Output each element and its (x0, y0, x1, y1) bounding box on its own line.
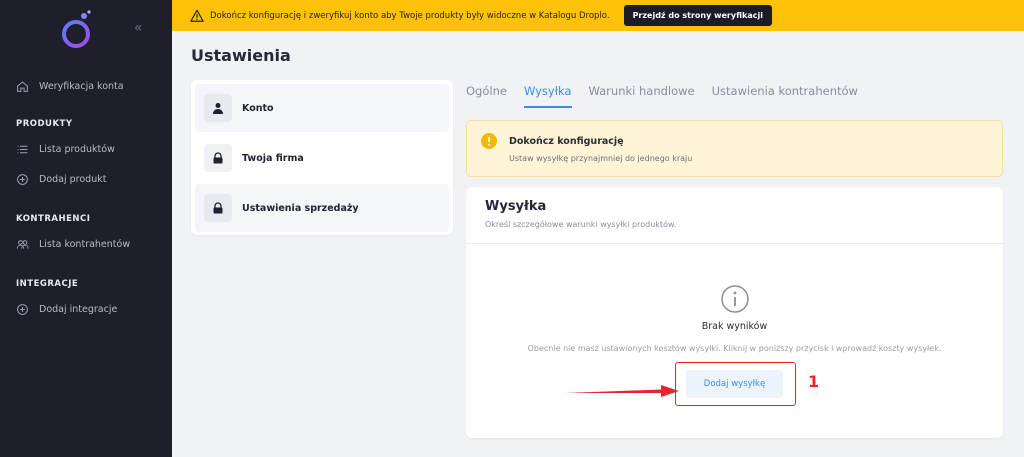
list-icon (17, 145, 28, 154)
user-icon (213, 103, 223, 114)
menu-label: Ustawienia sprzedaży (242, 202, 359, 214)
tab-warunki-handlowe[interactable]: Warunki handlowe (589, 84, 695, 108)
lock-icon (213, 152, 223, 164)
settings-menu-item-ustawienia-sprzedazy[interactable]: Ustawienia sprzedaży (195, 184, 449, 232)
annotation-arrow-icon (565, 385, 679, 397)
card-title: Wysyłka (485, 199, 547, 214)
highlight-frame: Dodaj wysyłkę (675, 362, 796, 406)
settings-menu-item-twoja-firma[interactable]: Twoja firma (195, 134, 449, 182)
droplo-logo[interactable] (58, 8, 94, 52)
warning-icon (190, 9, 204, 22)
plus-circle-icon (17, 174, 28, 185)
sidebar-item-label: Weryfikacja konta (39, 81, 124, 92)
verification-banner: Dokończ konfigurację i zweryfikuj konto … (172, 0, 1024, 31)
sidebar-item-label: Dodaj integracje (39, 304, 118, 315)
add-shipping-button[interactable]: Dodaj wysyłkę (686, 370, 783, 398)
config-alert: Dokończ konfigurację Ustaw wysyłkę przyn… (466, 120, 1003, 177)
section-title-integracje: INTEGRACJE (16, 279, 79, 289)
section-title-kontrahenci: KONTRAHENCI (16, 214, 91, 224)
tab-ustawienia-kontrahentow[interactable]: Ustawienia kontrahentów (712, 84, 858, 108)
tab-wysylka[interactable]: Wysyłka (523, 84, 572, 108)
menu-label: Konto (242, 102, 274, 114)
sidebar-item-weryfikacja[interactable]: Weryfikacja konta (16, 80, 124, 93)
sidebar-item-dodaj-integracje[interactable]: Dodaj integracje (16, 303, 117, 316)
banner-text: Dokończ konfigurację i zweryfikuj konto … (210, 10, 610, 21)
annotation-number: 1 (808, 372, 820, 391)
sidebar-item-label: Lista produktów (39, 144, 115, 155)
users-icon (16, 240, 29, 249)
settings-menu: Konto Twoja firma Ustawienia sprzedaży (191, 80, 453, 235)
alert-title: Dokończ konfigurację (509, 136, 624, 147)
settings-menu-item-konto[interactable]: Konto (195, 84, 449, 132)
empty-state-text: Obecnie nie masz ustawionych kosztów wys… (527, 344, 942, 353)
tab-ogolne[interactable]: Ogólne (466, 84, 507, 108)
alert-text: Ustaw wysyłkę przynajmniej do jednego kr… (509, 154, 693, 163)
sidebar: « Weryfikacja konta PRODUKTY Lista produ… (0, 0, 172, 457)
section-title-produkty: PRODUKTY (16, 119, 73, 129)
sidebar-item-lista-kontrahentow[interactable]: Lista kontrahentów (16, 238, 130, 251)
divider (466, 243, 1003, 244)
sidebar-item-lista-produktow[interactable]: Lista produktów (16, 143, 115, 156)
empty-state-title: Brak wyników (701, 321, 768, 332)
home-icon (17, 81, 28, 92)
sidebar-item-dodaj-produkt[interactable]: Dodaj produkt (16, 173, 106, 186)
shipping-card: Wysyłka Określ szczegółowe warunki wysył… (466, 187, 1003, 438)
sidebar-item-label: Dodaj produkt (39, 174, 107, 185)
plus-circle-icon (17, 304, 28, 315)
logo-area: « (0, 0, 172, 62)
menu-label: Twoja firma (242, 152, 304, 164)
collapse-sidebar-icon[interactable]: « (134, 20, 143, 36)
page-title: Ustawienia (191, 46, 291, 65)
settings-tabs: Ogólne Wysyłka Warunki handlowe Ustawien… (466, 84, 858, 108)
lock-icon (213, 202, 223, 214)
go-to-verification-button[interactable]: Przejdź do strony weryfikacji (623, 5, 772, 26)
card-subtitle: Określ szczegółowe warunki wysyłki produ… (485, 220, 677, 229)
sidebar-item-label: Lista kontrahentów (39, 239, 131, 250)
exclamation-icon (481, 133, 497, 149)
info-icon (721, 285, 749, 313)
